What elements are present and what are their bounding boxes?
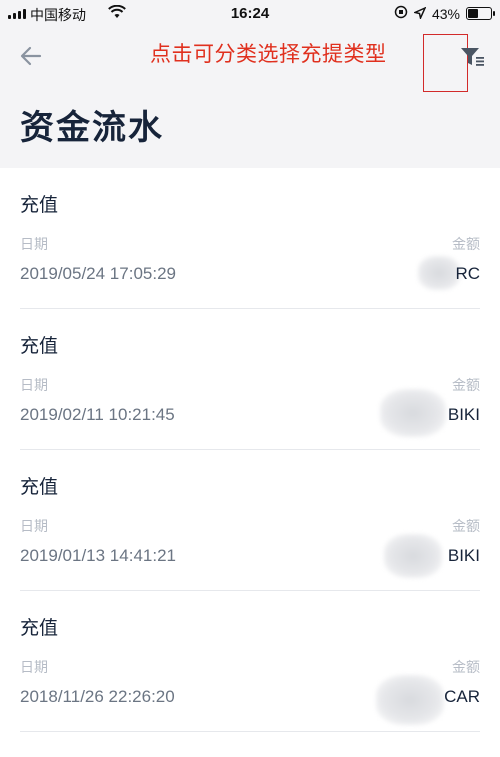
divider <box>20 731 480 732</box>
amount-label: 金额 <box>452 659 480 675</box>
amount-label: 金额 <box>452 518 480 534</box>
filter-icon <box>461 48 484 66</box>
date-label: 日期 <box>20 236 48 252</box>
list-item[interactable]: 充值 日期 金额 2018/11/26 22:26:20 CAR <box>0 591 500 732</box>
back-arrow-icon <box>20 46 42 66</box>
date-label: 日期 <box>20 659 48 675</box>
date-label: 日期 <box>20 518 48 534</box>
redacted-amount <box>376 675 444 725</box>
status-bar: 中国移动 16:24 43% <box>0 0 500 28</box>
record-type: 充值 <box>20 336 59 357</box>
battery-percent: 43% <box>431 5 460 22</box>
list-item[interactable]: 充值 日期 金额 2019/02/11 10:21:45 BIKI <box>0 309 500 450</box>
record-type: 充值 <box>20 618 59 639</box>
fund-flow-list: 充值 日期 金额 2019/05/24 17:05:29 RC 充值 日期 金额… <box>0 168 500 732</box>
battery-icon <box>466 7 495 20</box>
list-item[interactable]: 充值 日期 金额 2019/01/13 14:41:21 BIKI <box>0 450 500 591</box>
record-amount: BIKI <box>447 405 480 424</box>
annotation-text: 点击可分类选择充提类型 <box>150 43 387 66</box>
redacted-amount <box>418 256 460 290</box>
amount-label: 金额 <box>452 236 480 252</box>
location-icon <box>412 6 427 22</box>
filter-button[interactable] <box>460 45 488 69</box>
record-date: 2019/05/24 17:05:29 <box>20 264 176 283</box>
page-header: 点击可分类选择充提类型 资金流水 <box>0 28 500 168</box>
record-date: 2019/02/11 10:21:45 <box>20 405 175 424</box>
record-type: 充值 <box>20 477 59 498</box>
battery-level-fill <box>468 9 479 18</box>
orientation-lock-icon <box>394 5 408 22</box>
amount-label: 金额 <box>452 377 480 393</box>
record-date: 2019/01/13 14:41:21 <box>20 546 176 565</box>
record-amount: RC <box>455 264 480 283</box>
back-button[interactable] <box>18 42 46 70</box>
record-type: 充值 <box>20 195 59 216</box>
redacted-amount <box>380 389 446 437</box>
record-amount: BIKI <box>447 546 480 565</box>
record-date: 2018/11/26 22:26:20 <box>20 687 175 706</box>
redacted-amount <box>384 534 442 578</box>
page-title: 资金流水 <box>20 109 164 147</box>
date-label: 日期 <box>20 377 48 393</box>
list-item[interactable]: 充值 日期 金额 2019/05/24 17:05:29 RC <box>0 168 500 309</box>
record-amount: CAR <box>444 687 480 706</box>
